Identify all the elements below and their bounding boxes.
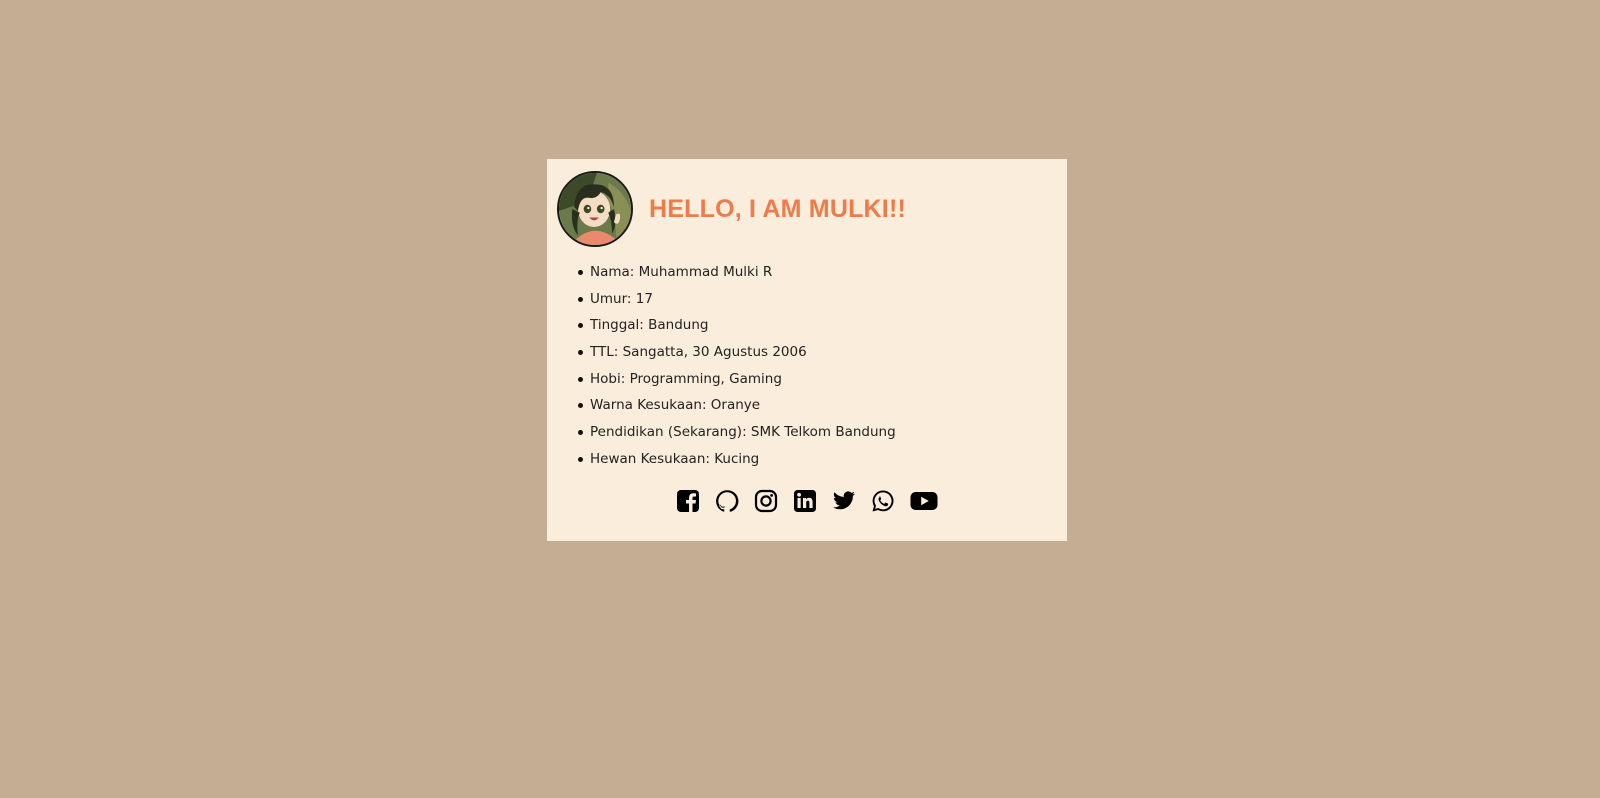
- avatar: [557, 171, 633, 247]
- list-item: Hewan Kesukaan: Kucing: [578, 446, 896, 473]
- linkedin-link[interactable]: [793, 489, 817, 513]
- profile-header: HELLO, I AM MULKI!!: [557, 169, 906, 249]
- list-item: TTL: Sangatta, 30 Agustus 2006: [578, 339, 896, 366]
- youtube-link[interactable]: [910, 489, 938, 513]
- facebook-icon: [677, 490, 699, 512]
- list-item: Pendidikan (Sekarang): SMK Telkom Bandun…: [578, 419, 896, 446]
- social-links: [547, 487, 1067, 515]
- page-title: HELLO, I AM MULKI!!: [649, 194, 906, 223]
- info-list: Nama: Muhammad Mulki R Umur: 17 Tinggal:…: [578, 259, 896, 473]
- github-icon: [716, 490, 739, 512]
- profile-card: HELLO, I AM MULKI!! Nama: Muhammad Mulki…: [547, 159, 1067, 541]
- anime-avatar-icon: [559, 173, 631, 245]
- instagram-icon: [754, 489, 778, 513]
- twitter-link[interactable]: [832, 489, 856, 513]
- whatsapp-icon: [872, 490, 894, 512]
- instagram-link[interactable]: [754, 489, 778, 513]
- list-item: Warna Kesukaan: Oranye: [578, 392, 896, 419]
- facebook-link[interactable]: [676, 489, 700, 513]
- github-link[interactable]: [715, 489, 739, 513]
- whatsapp-link[interactable]: [871, 489, 895, 513]
- list-item: Umur: 17: [578, 286, 896, 313]
- list-item: Tinggal: Bandung: [578, 312, 896, 339]
- linkedin-icon: [794, 490, 816, 512]
- youtube-icon: [910, 492, 938, 510]
- twitter-icon: [833, 491, 855, 510]
- list-item: Hobi: Programming, Gaming: [578, 366, 896, 393]
- list-item: Nama: Muhammad Mulki R: [578, 259, 896, 286]
